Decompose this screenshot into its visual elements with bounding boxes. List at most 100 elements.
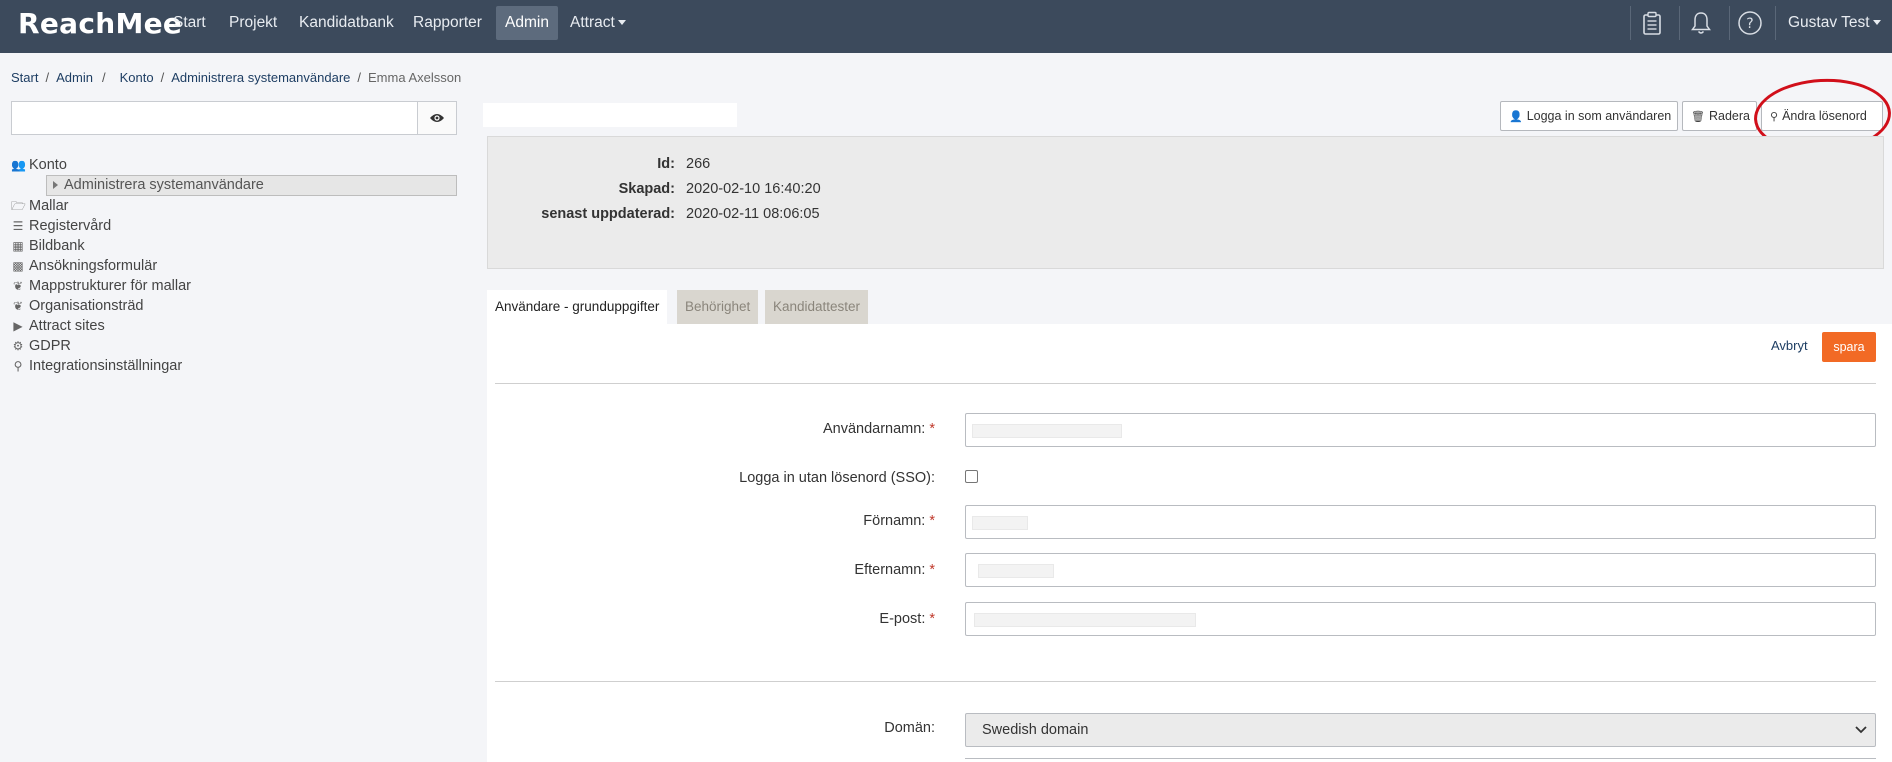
tree-item-label: Bildbank [29, 238, 85, 254]
username-input[interactable] [965, 413, 1876, 447]
tab-behorighet[interactable]: Behörighet [677, 290, 759, 324]
tree-item-ansokningsformular[interactable]: ▩ Ansökningsformulär [11, 256, 157, 276]
user-menu[interactable]: Gustav Test [1788, 0, 1881, 53]
redacted-user-title [483, 103, 737, 127]
tree-item-label: Mappstrukturer för mallar [29, 278, 191, 294]
tree-item-konto[interactable]: 👥 Konto [11, 155, 67, 175]
nav-rapporter[interactable]: Rapporter [413, 0, 482, 53]
redacted-value [978, 564, 1054, 578]
redacted-value [974, 613, 1196, 627]
nav-divider [1775, 6, 1776, 40]
breadcrumb-konto[interactable]: Konto [120, 70, 154, 85]
info-value: 266 [686, 156, 711, 172]
label-text: Förnamn: [863, 513, 926, 529]
divider [495, 681, 1876, 682]
tab-kandidattester[interactable]: Kandidattester [765, 290, 869, 324]
cancel-link[interactable]: Avbryt [1771, 338, 1808, 353]
tree-item-label: Administrera systemanvändare [64, 177, 264, 193]
delete-button[interactable]: 🗑 Radera [1682, 101, 1757, 131]
key-icon: ⚲ [13, 359, 23, 373]
email-label: E-post: * [495, 611, 935, 627]
tree-item-label: GDPR [29, 338, 71, 354]
nav-attract-dropdown[interactable]: Attract [570, 0, 626, 53]
save-button[interactable]: spara [1822, 332, 1876, 362]
eye-icon-button[interactable] [417, 102, 456, 134]
reachmee-logo[interactable]: ReachMee [18, 7, 182, 40]
info-value: 2020-02-10 16:40:20 [686, 181, 821, 197]
users-icon: 👥 [11, 158, 26, 172]
tree-item-attract-sites[interactable]: ▶ Attract sites [11, 316, 105, 336]
tab-grunduppgifter[interactable]: Användare - grunduppgifter [487, 290, 668, 324]
svg-text:?: ? [1746, 16, 1753, 32]
tree-search-input[interactable] [12, 102, 418, 134]
required-mark: * [929, 611, 935, 627]
domain-select[interactable]: Swedish domain [965, 713, 1876, 747]
tree-item-organisationstrad[interactable]: ❦ Organisationsträd [11, 296, 143, 316]
nav-projekt[interactable]: Projekt [229, 0, 277, 53]
eye-icon [430, 114, 444, 122]
label-text: Användarnamn: [822, 421, 926, 437]
firstname-input[interactable] [965, 505, 1876, 539]
leaf-icon: ❦ [12, 279, 24, 293]
tree-search [11, 101, 457, 135]
user-info-box: Id: 266 Skapad: 2020-02-10 16:40:20 sena… [487, 136, 1884, 269]
required-mark: * [929, 562, 935, 578]
tree-item-label: Ansökningsformulär [29, 258, 158, 274]
tree-item-bildbank[interactable]: ▦ Bildbank [11, 236, 85, 256]
tree-item-gdpr[interactable]: ⚙ GDPR [11, 336, 71, 356]
info-row-id: Id: 266 [488, 156, 1883, 176]
email-input[interactable] [965, 602, 1876, 636]
breadcrumb-current: Emma Axelsson [368, 70, 462, 85]
domain-selected-value: Swedish domain [982, 722, 1089, 738]
tree-item-mappstrukturer[interactable]: ❦ Mappstrukturer för mallar [11, 276, 191, 296]
button-label: Radera [1708, 109, 1750, 123]
tree-item-mallar[interactable]: 🗁 Mallar [11, 196, 68, 216]
tree-item-registervard[interactable]: ☰ Registervård [11, 216, 112, 236]
info-label: Skapad: [618, 181, 675, 197]
breadcrumb-administrera-systemanvandare[interactable]: Administrera systemanvändare [171, 70, 350, 85]
required-mark: * [929, 513, 935, 529]
caret-down-icon [1872, 20, 1881, 26]
info-row-updated: senast uppdaterad: 2020-02-11 08:06:05 [488, 206, 1883, 226]
login-as-user-button[interactable]: 👤 Logga in som användaren [1500, 101, 1678, 131]
image-icon: ▦ [12, 239, 24, 253]
tree-item-label: Attract sites [29, 318, 105, 334]
breadcrumb-admin[interactable]: Admin [56, 70, 93, 85]
label-text: E-post: [879, 611, 926, 627]
user-name: Gustav Test [1788, 14, 1870, 31]
info-value: 2020-02-11 08:06:05 [686, 206, 820, 222]
tree-item-label: Mallar [29, 198, 69, 214]
tree-item-integrationsinstallningar[interactable]: ⚲ Integrationsinställningar [11, 356, 183, 376]
clipboard-icon[interactable] [1637, 8, 1667, 38]
label-text: Efternamn: [854, 562, 926, 578]
folder-icon: ▩ [12, 259, 24, 273]
nav-admin[interactable]: Admin [496, 6, 558, 40]
nav-divider [1729, 6, 1730, 40]
breadcrumb: Start / Admin / Konto / Administrera systemanv… [11, 70, 462, 85]
folder-open-icon: 🗁 [11, 199, 26, 213]
info-row-created: Skapad: 2020-02-10 16:40:20 [488, 181, 1883, 201]
nav-divider [1630, 6, 1631, 40]
nav-kandidatbank[interactable]: Kandidatbank [299, 0, 394, 53]
sso-label: Logga in utan lösenord (SSO): [739, 470, 935, 486]
sso-checkbox[interactable] [965, 470, 978, 483]
gear-icon: ⚙ [12, 339, 24, 353]
nav-attract-label: Attract [570, 14, 615, 31]
redacted-value [972, 424, 1122, 438]
tree-item-administrera-systemanvandare[interactable]: Administrera systemanvändare [46, 175, 457, 196]
next-field-edge [965, 758, 1876, 759]
chevron-down-icon [1855, 726, 1867, 734]
list-icon: ☰ [12, 219, 24, 233]
nav-divider [1679, 6, 1680, 40]
tree-item-label: Registervård [29, 218, 112, 234]
domain-label: Domän: [884, 720, 935, 736]
username-label: Användarnamn: * [495, 421, 935, 437]
bell-icon[interactable] [1686, 8, 1716, 38]
help-icon[interactable]: ? [1735, 8, 1765, 38]
redacted-value [972, 516, 1028, 530]
nav-start[interactable]: Start [173, 0, 206, 53]
info-label: Id: [657, 156, 675, 172]
lastname-input[interactable] [965, 553, 1876, 587]
breadcrumb-start[interactable]: Start [11, 70, 38, 85]
megaphone-icon: ▶ [13, 319, 23, 333]
